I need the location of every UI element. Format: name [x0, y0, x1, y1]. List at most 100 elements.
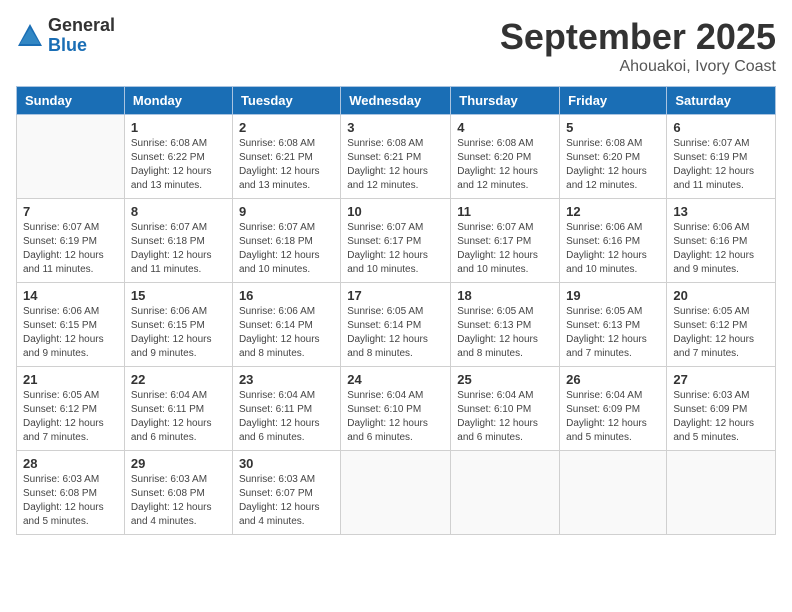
- logo-text: General Blue: [48, 16, 115, 56]
- day-cell: 1 Sunrise: 6:08 AM Sunset: 6:22 PM Daylig…: [124, 115, 232, 199]
- logo-icon: [16, 22, 44, 50]
- day-cell: 2 Sunrise: 6:08 AM Sunset: 6:21 PM Daylig…: [232, 115, 340, 199]
- day-cell: 30 Sunrise: 6:03 AM Sunset: 6:07 PM Dayli…: [232, 451, 340, 535]
- week-row-4: 21 Sunrise: 6:05 AM Sunset: 6:12 PM Dayli…: [17, 367, 776, 451]
- day-number: 21: [23, 372, 118, 387]
- day-number: 28: [23, 456, 118, 471]
- day-info: Sunrise: 6:05 AM Sunset: 6:12 PM Dayligh…: [673, 305, 769, 361]
- day-info: Sunrise: 6:04 AM Sunset: 6:11 PM Dayligh…: [131, 389, 226, 445]
- day-info: Sunrise: 6:08 AM Sunset: 6:20 PM Dayligh…: [457, 137, 553, 193]
- day-info: Sunrise: 6:04 AM Sunset: 6:10 PM Dayligh…: [347, 389, 444, 445]
- day-cell: 27Sunrise: 6:03 AM Sunset: 6:09 PM Dayli…: [667, 367, 776, 451]
- day-cell: 15 Sunrise: 6:06 AM Sunset: 6:15 PM Dayli…: [124, 283, 232, 367]
- day-cell: 23 Sunrise: 6:04 AM Sunset: 6:11 PM Dayli…: [232, 367, 340, 451]
- day-cell: 14 Sunrise: 6:06 AM Sunset: 6:15 PM Dayli…: [17, 283, 125, 367]
- day-info: Sunrise: 6:08 AM Sunset: 6:20 PM Dayligh…: [566, 137, 660, 193]
- day-number: 15: [131, 288, 226, 303]
- day-number: 5: [566, 120, 660, 135]
- day-number: 24: [347, 372, 444, 387]
- month-title: September 2025: [500, 16, 776, 58]
- day-number: 18: [457, 288, 553, 303]
- day-number: 16: [239, 288, 334, 303]
- weekday-header-thursday: Thursday: [451, 87, 560, 115]
- day-cell: 24 Sunrise: 6:04 AM Sunset: 6:10 PM Dayli…: [341, 367, 451, 451]
- day-info: Sunrise: 6:04 AM Sunset: 6:11 PM Dayligh…: [239, 389, 334, 445]
- day-number: 14: [23, 288, 118, 303]
- weekday-header-friday: Friday: [560, 87, 667, 115]
- day-number: 11: [457, 204, 553, 219]
- day-number: 23: [239, 372, 334, 387]
- weekday-header-tuesday: Tuesday: [232, 87, 340, 115]
- day-info: Sunrise: 6:04 AM Sunset: 6:09 PM Dayligh…: [566, 389, 660, 445]
- day-cell: 29Sunrise: 6:03 AM Sunset: 6:08 PM Dayli…: [124, 451, 232, 535]
- logo-blue: Blue: [48, 36, 115, 56]
- day-cell: 19 Sunrise: 6:05 AM Sunset: 6:13 PM Dayli…: [560, 283, 667, 367]
- day-cell: [667, 451, 776, 535]
- day-cell: 13 Sunrise: 6:06 AM Sunset: 6:16 PM Dayli…: [667, 199, 776, 283]
- page-header: General Blue September 2025 Ahouakoi, Iv…: [16, 16, 776, 76]
- day-number: 1: [131, 120, 226, 135]
- day-number: 4: [457, 120, 553, 135]
- day-cell: 4 Sunrise: 6:08 AM Sunset: 6:20 PM Daylig…: [451, 115, 560, 199]
- week-row-1: 1 Sunrise: 6:08 AM Sunset: 6:22 PM Daylig…: [17, 115, 776, 199]
- day-info: Sunrise: 6:03 AM Sunset: 6:08 PM Dayligh…: [23, 473, 118, 529]
- day-info: Sunrise: 6:05 AM Sunset: 6:14 PM Dayligh…: [347, 305, 444, 361]
- day-info: Sunrise: 6:05 AM Sunset: 6:13 PM Dayligh…: [457, 305, 553, 361]
- day-info: Sunrise: 6:04 AM Sunset: 6:10 PM Dayligh…: [457, 389, 553, 445]
- day-info: Sunrise: 6:07 AM Sunset: 6:18 PM Dayligh…: [131, 221, 226, 277]
- day-number: 8: [131, 204, 226, 219]
- day-info: Sunrise: 6:05 AM Sunset: 6:13 PM Dayligh…: [566, 305, 660, 361]
- day-cell: 26 Sunrise: 6:04 AM Sunset: 6:09 PM Dayli…: [560, 367, 667, 451]
- day-cell: 21 Sunrise: 6:05 AM Sunset: 6:12 PM Dayli…: [17, 367, 125, 451]
- day-info: Sunrise: 6:07 AM Sunset: 6:18 PM Dayligh…: [239, 221, 334, 277]
- day-info: Sunrise: 6:07 AM Sunset: 6:17 PM Dayligh…: [347, 221, 444, 277]
- day-info: Sunrise: 6:08 AM Sunset: 6:22 PM Dayligh…: [131, 137, 226, 193]
- day-cell: 3Sunrise: 6:08 AM Sunset: 6:21 PM Daylig…: [341, 115, 451, 199]
- day-cell: 28 Sunrise: 6:03 AM Sunset: 6:08 PM Dayli…: [17, 451, 125, 535]
- week-row-3: 14 Sunrise: 6:06 AM Sunset: 6:15 PM Dayli…: [17, 283, 776, 367]
- day-info: Sunrise: 6:03 AM Sunset: 6:08 PM Dayligh…: [131, 473, 226, 529]
- day-info: Sunrise: 6:03 AM Sunset: 6:07 PM Dayligh…: [239, 473, 334, 529]
- day-cell: [560, 451, 667, 535]
- day-cell: [341, 451, 451, 535]
- day-cell: 8 Sunrise: 6:07 AM Sunset: 6:18 PM Daylig…: [124, 199, 232, 283]
- day-number: 30: [239, 456, 334, 471]
- day-number: 13: [673, 204, 769, 219]
- day-info: Sunrise: 6:06 AM Sunset: 6:15 PM Dayligh…: [131, 305, 226, 361]
- day-info: Sunrise: 6:03 AM Sunset: 6:09 PM Dayligh…: [673, 389, 769, 445]
- day-cell: 6Sunrise: 6:07 AM Sunset: 6:19 PM Daylig…: [667, 115, 776, 199]
- day-number: 22: [131, 372, 226, 387]
- logo-general: General: [48, 16, 115, 36]
- weekday-header-wednesday: Wednesday: [341, 87, 451, 115]
- logo: General Blue: [16, 16, 115, 56]
- day-cell: 16 Sunrise: 6:06 AM Sunset: 6:14 PM Dayli…: [232, 283, 340, 367]
- day-number: 17: [347, 288, 444, 303]
- day-info: Sunrise: 6:07 AM Sunset: 6:17 PM Dayligh…: [457, 221, 553, 277]
- day-number: 19: [566, 288, 660, 303]
- day-cell: 9 Sunrise: 6:07 AM Sunset: 6:18 PM Daylig…: [232, 199, 340, 283]
- day-info: Sunrise: 6:06 AM Sunset: 6:16 PM Dayligh…: [673, 221, 769, 277]
- title-block: September 2025 Ahouakoi, Ivory Coast: [500, 16, 776, 76]
- day-cell: 25Sunrise: 6:04 AM Sunset: 6:10 PM Dayli…: [451, 367, 560, 451]
- day-number: 6: [673, 120, 769, 135]
- day-cell: 10Sunrise: 6:07 AM Sunset: 6:17 PM Dayli…: [341, 199, 451, 283]
- day-cell: 22 Sunrise: 6:04 AM Sunset: 6:11 PM Dayli…: [124, 367, 232, 451]
- weekday-header-sunday: Sunday: [17, 87, 125, 115]
- day-cell: 20Sunrise: 6:05 AM Sunset: 6:12 PM Dayli…: [667, 283, 776, 367]
- day-number: 2: [239, 120, 334, 135]
- day-info: Sunrise: 6:05 AM Sunset: 6:12 PM Dayligh…: [23, 389, 118, 445]
- weekday-header-row: SundayMondayTuesdayWednesdayThursdayFrid…: [17, 87, 776, 115]
- day-cell: 12Sunrise: 6:06 AM Sunset: 6:16 PM Dayli…: [560, 199, 667, 283]
- day-number: 9: [239, 204, 334, 219]
- day-info: Sunrise: 6:08 AM Sunset: 6:21 PM Dayligh…: [239, 137, 334, 193]
- day-info: Sunrise: 6:06 AM Sunset: 6:15 PM Dayligh…: [23, 305, 118, 361]
- day-cell: 18 Sunrise: 6:05 AM Sunset: 6:13 PM Dayli…: [451, 283, 560, 367]
- day-number: 26: [566, 372, 660, 387]
- day-info: Sunrise: 6:07 AM Sunset: 6:19 PM Dayligh…: [23, 221, 118, 277]
- day-info: Sunrise: 6:06 AM Sunset: 6:16 PM Dayligh…: [566, 221, 660, 277]
- day-cell: 17 Sunrise: 6:05 AM Sunset: 6:14 PM Dayli…: [341, 283, 451, 367]
- day-cell: [17, 115, 125, 199]
- day-info: Sunrise: 6:06 AM Sunset: 6:14 PM Dayligh…: [239, 305, 334, 361]
- weekday-header-saturday: Saturday: [667, 87, 776, 115]
- week-row-2: 7Sunrise: 6:07 AM Sunset: 6:19 PM Daylig…: [17, 199, 776, 283]
